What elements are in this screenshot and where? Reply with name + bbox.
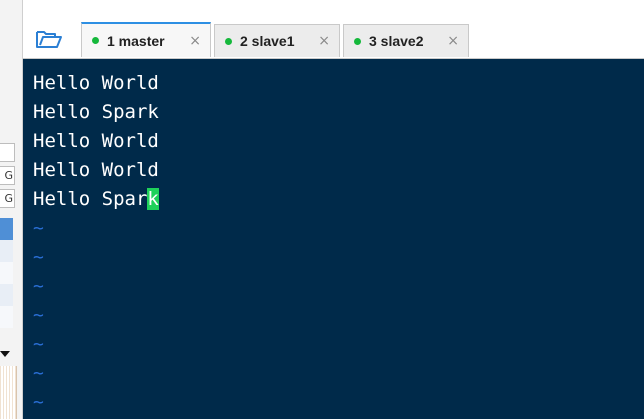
empty-line-marker: ~ (33, 305, 44, 326)
tab-slave1[interactable]: 2 slave1 × (214, 24, 340, 57)
terminal-line: Hello World (33, 130, 159, 152)
left-panel-field[interactable] (0, 143, 15, 162)
empty-line-marker: ~ (33, 247, 44, 268)
terminal-view[interactable]: Hello World Hello Spark Hello World Hell… (23, 59, 644, 419)
empty-line-marker: ~ (33, 363, 44, 384)
left-panel-chart (0, 366, 17, 419)
empty-line-marker: ~ (33, 218, 44, 239)
terminal-line: Hello Spark (33, 101, 159, 123)
empty-line-marker: ~ (33, 334, 44, 355)
close-tab-icon[interactable]: × (189, 33, 201, 49)
terminal-line: Hello World (33, 159, 159, 181)
terminal-line-text: Hello Spar (33, 188, 148, 210)
left-side-panel: G G (0, 0, 23, 419)
connected-status-icon (354, 37, 361, 45)
left-panel-row[interactable] (0, 306, 13, 328)
left-panel-row[interactable] (0, 284, 13, 306)
text-cursor: k (147, 188, 159, 210)
left-panel-row[interactable] (0, 240, 13, 262)
left-panel-row[interactable] (0, 262, 13, 284)
tab-label: 2 slave1 (240, 33, 295, 49)
close-tab-icon[interactable]: × (447, 33, 459, 49)
window: G G 1 master × 2 slave1 × 3 slave2 × Hel… (0, 0, 644, 419)
dropdown-arrow-icon[interactable] (0, 351, 10, 357)
terminal-line: Hello Spark (33, 185, 159, 214)
open-folder-button[interactable] (31, 26, 67, 52)
terminal-line: Hello World (33, 72, 159, 94)
connected-status-icon (92, 37, 99, 44)
empty-line-marker: ~ (33, 276, 44, 297)
folder-icon (36, 31, 62, 48)
tab-label: 1 master (107, 32, 165, 49)
empty-line-marker: ~ (33, 392, 44, 413)
left-panel-selected-row[interactable] (0, 218, 13, 240)
tab-master[interactable]: 1 master × (81, 22, 211, 57)
tab-slave2[interactable]: 3 slave2 × (343, 24, 469, 57)
tab-label: 3 slave2 (369, 33, 424, 49)
left-panel-field[interactable]: G (0, 166, 15, 185)
left-panel-field[interactable]: G (0, 189, 15, 208)
session-tab-bar: 1 master × 2 slave1 × 3 slave2 × (23, 20, 644, 59)
connected-status-icon (225, 37, 232, 45)
close-tab-icon[interactable]: × (318, 33, 330, 49)
